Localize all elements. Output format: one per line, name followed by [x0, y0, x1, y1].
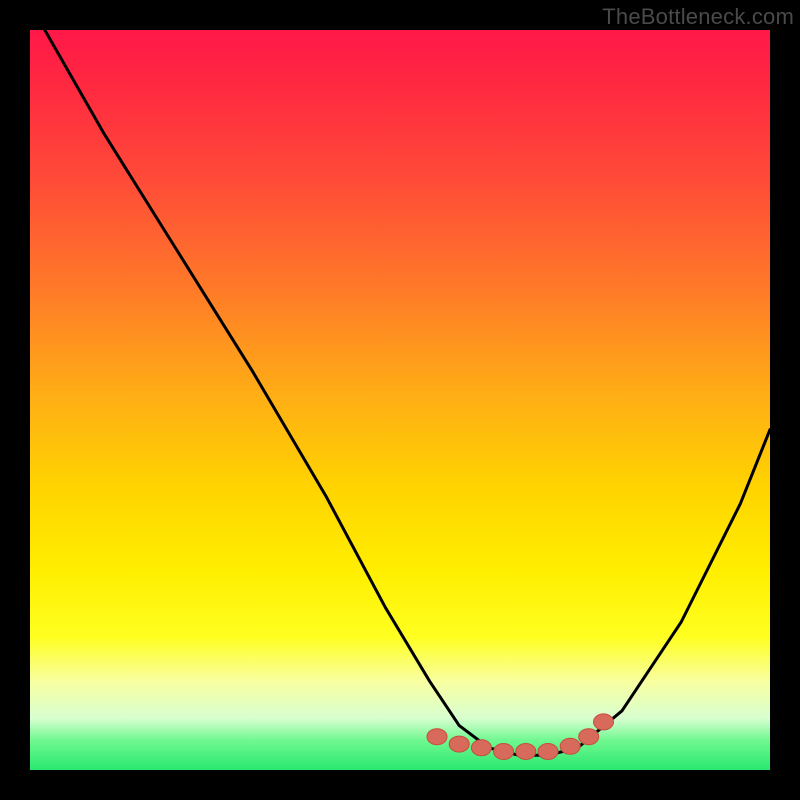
flat-region-point: [579, 729, 599, 745]
flat-region-point: [538, 744, 558, 760]
flat-region-point: [449, 736, 469, 752]
chart-frame: TheBottleneck.com: [0, 0, 800, 800]
flat-region-point: [560, 738, 580, 754]
flat-region-point: [594, 714, 614, 730]
watermark-text: TheBottleneck.com: [602, 4, 794, 30]
flat-region-point: [516, 744, 536, 760]
plot-svg: [30, 30, 770, 770]
flat-region-point: [471, 740, 491, 756]
flat-region-point: [427, 729, 447, 745]
flat-region-point: [494, 744, 514, 760]
bottleneck-curve: [45, 30, 770, 755]
plot-area: [30, 30, 770, 770]
